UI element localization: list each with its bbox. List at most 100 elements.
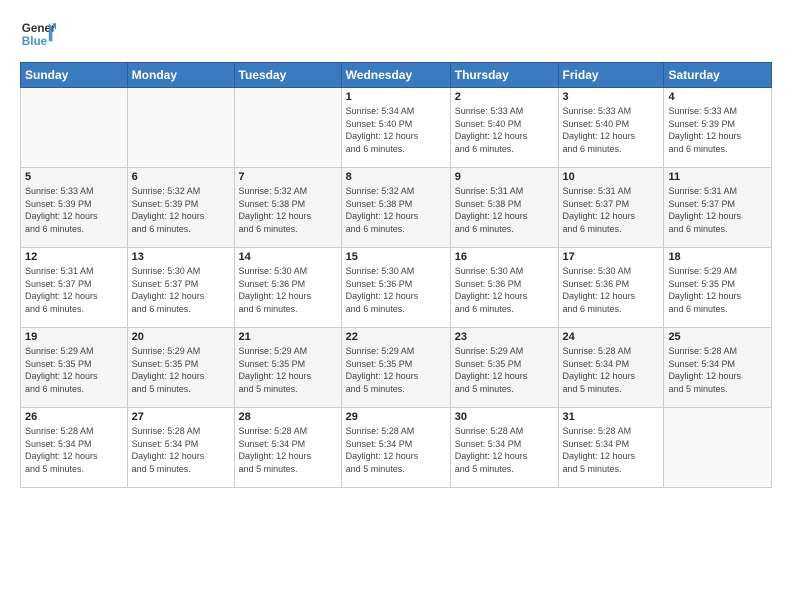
weekday-header-saturday: Saturday [664, 63, 772, 88]
calendar-table: SundayMondayTuesdayWednesdayThursdayFrid… [20, 62, 772, 488]
day-number: 14 [239, 251, 337, 263]
calendar-day-1: 1 Sunrise: 5:34 AM Sunset: 5:40 PM Daylig… [341, 88, 450, 168]
day-info: Sunrise: 5:28 AM Sunset: 5:34 PM Dayligh… [25, 425, 123, 475]
day-number: 17 [563, 251, 660, 263]
weekday-header-sunday: Sunday [21, 63, 128, 88]
day-number: 11 [668, 171, 767, 183]
calendar-day-7: 7 Sunrise: 5:32 AM Sunset: 5:38 PM Daylig… [234, 168, 341, 248]
day-info: Sunrise: 5:32 AM Sunset: 5:38 PM Dayligh… [239, 185, 337, 235]
calendar-empty-cell [664, 408, 772, 488]
day-info: Sunrise: 5:28 AM Sunset: 5:34 PM Dayligh… [455, 425, 554, 475]
logo-icon: General Blue [20, 16, 56, 52]
day-info: Sunrise: 5:30 AM Sunset: 5:36 PM Dayligh… [239, 265, 337, 315]
calendar-day-21: 21Sunrise: 5:29 AM Sunset: 5:35 PM Dayli… [234, 328, 341, 408]
day-number: 2 [455, 91, 554, 103]
day-number: 13 [132, 251, 230, 263]
calendar-day-27: 27Sunrise: 5:28 AM Sunset: 5:34 PM Dayli… [127, 408, 234, 488]
calendar-week-2: 5 Sunrise: 5:33 AM Sunset: 5:39 PM Daylig… [21, 168, 772, 248]
day-number: 16 [455, 251, 554, 263]
calendar-day-4: 4Sunrise: 5:33 AM Sunset: 5:39 PM Daylig… [664, 88, 772, 168]
calendar-day-3: 3Sunrise: 5:33 AM Sunset: 5:40 PM Daylig… [558, 88, 664, 168]
calendar-empty-cell [234, 88, 341, 168]
calendar-day-2: 2 Sunrise: 5:33 AM Sunset: 5:40 PM Daylig… [450, 88, 558, 168]
day-info: Sunrise: 5:28 AM Sunset: 5:34 PM Dayligh… [563, 345, 660, 395]
day-number: 12 [25, 251, 123, 263]
day-number: 18 [668, 251, 767, 263]
day-number: 6 [132, 171, 230, 183]
day-info: Sunrise: 5:31 AM Sunset: 5:37 PM Dayligh… [25, 265, 123, 315]
calendar-day-5: 5 Sunrise: 5:33 AM Sunset: 5:39 PM Daylig… [21, 168, 128, 248]
weekday-header-tuesday: Tuesday [234, 63, 341, 88]
weekday-header-friday: Friday [558, 63, 664, 88]
calendar-day-16: 16 Sunrise: 5:30 AM Sunset: 5:36 PM Dayli… [450, 248, 558, 328]
day-number: 9 [455, 171, 554, 183]
calendar-day-9: 9 Sunrise: 5:31 AM Sunset: 5:38 PM Daylig… [450, 168, 558, 248]
day-info: Sunrise: 5:29 AM Sunset: 5:35 PM Dayligh… [668, 265, 767, 315]
calendar-day-10: 10 Sunrise: 5:31 AM Sunset: 5:37 PM Dayli… [558, 168, 664, 248]
calendar-day-17: 17 Sunrise: 5:30 AM Sunset: 5:36 PM Dayli… [558, 248, 664, 328]
calendar-day-19: 19Sunrise: 5:29 AM Sunset: 5:35 PM Dayli… [21, 328, 128, 408]
day-info: Sunrise: 5:28 AM Sunset: 5:34 PM Dayligh… [346, 425, 446, 475]
calendar-day-6: 6 Sunrise: 5:32 AM Sunset: 5:39 PM Daylig… [127, 168, 234, 248]
day-number: 30 [455, 411, 554, 423]
header: General Blue [20, 16, 772, 52]
day-info: Sunrise: 5:28 AM Sunset: 5:34 PM Dayligh… [563, 425, 660, 475]
day-number: 28 [239, 411, 337, 423]
day-info: Sunrise: 5:28 AM Sunset: 5:34 PM Dayligh… [668, 345, 767, 395]
day-number: 23 [455, 331, 554, 343]
calendar-empty-cell [21, 88, 128, 168]
calendar-day-28: 28Sunrise: 5:28 AM Sunset: 5:34 PM Dayli… [234, 408, 341, 488]
day-number: 31 [563, 411, 660, 423]
calendar-week-4: 19 Sunrise: 5:29 AM Sunset: 5:35 PM Dayli… [21, 328, 772, 408]
day-info: Sunrise: 5:29 AM Sunset: 5:35 PM Dayligh… [455, 345, 554, 395]
calendar-day-20: 20 Sunrise: 5:29 AM Sunset: 5:35 PM Dayli… [127, 328, 234, 408]
page: General Blue SundayMondayTuesdayWednesda… [0, 0, 792, 612]
day-number: 19 [25, 331, 123, 343]
day-number: 27 [132, 411, 230, 423]
day-number: 8 [346, 171, 446, 183]
calendar-day-18: 18 Sunrise: 5:29 AM Sunset: 5:35 PM Dayli… [664, 248, 772, 328]
day-number: 26 [25, 411, 123, 423]
calendar-week-5: 26 Sunrise: 5:28 AM Sunset: 5:34 PM Dayli… [21, 408, 772, 488]
calendar-day-23: 23 Sunrise: 5:29 AM Sunset: 5:35 PM Dayli… [450, 328, 558, 408]
day-info: Sunrise: 5:32 AM Sunset: 5:39 PM Dayligh… [132, 185, 230, 235]
day-number: 3 [563, 91, 660, 103]
day-info: Sunrise: 5:33 AM Sunset: 5:39 PM Dayligh… [25, 185, 123, 235]
day-info: Sunrise: 5:30 AM Sunset: 5:36 PM Dayligh… [455, 265, 554, 315]
calendar-day-24: 24 Sunrise: 5:28 AM Sunset: 5:34 PM Dayli… [558, 328, 664, 408]
day-info: Sunrise: 5:30 AM Sunset: 5:37 PM Dayligh… [132, 265, 230, 315]
day-number: 22 [346, 331, 446, 343]
day-info: Sunrise: 5:30 AM Sunset: 5:36 PM Dayligh… [563, 265, 660, 315]
calendar-day-30: 30 Sunrise: 5:28 AM Sunset: 5:34 PM Dayli… [450, 408, 558, 488]
day-info: Sunrise: 5:32 AM Sunset: 5:38 PM Dayligh… [346, 185, 446, 235]
day-info: Sunrise: 5:29 AM Sunset: 5:35 PM Dayligh… [346, 345, 446, 395]
calendar-empty-cell [127, 88, 234, 168]
day-number: 24 [563, 331, 660, 343]
day-number: 1 [346, 91, 446, 103]
day-number: 20 [132, 331, 230, 343]
calendar-day-22: 22 Sunrise: 5:29 AM Sunset: 5:35 PM Dayli… [341, 328, 450, 408]
calendar-day-14: 14 Sunrise: 5:30 AM Sunset: 5:36 PM Dayli… [234, 248, 341, 328]
day-number: 5 [25, 171, 123, 183]
weekday-header-thursday: Thursday [450, 63, 558, 88]
day-info: Sunrise: 5:34 AM Sunset: 5:40 PM Dayligh… [346, 105, 446, 155]
day-number: 7 [239, 171, 337, 183]
day-number: 15 [346, 251, 446, 263]
calendar-week-1: 1 Sunrise: 5:34 AM Sunset: 5:40 PM Daylig… [21, 88, 772, 168]
calendar-day-13: 13 Sunrise: 5:30 AM Sunset: 5:37 PM Dayli… [127, 248, 234, 328]
calendar-day-11: 11Sunrise: 5:31 AM Sunset: 5:37 PM Dayli… [664, 168, 772, 248]
day-number: 10 [563, 171, 660, 183]
weekday-header-row: SundayMondayTuesdayWednesdayThursdayFrid… [21, 63, 772, 88]
calendar-day-26: 26 Sunrise: 5:28 AM Sunset: 5:34 PM Dayli… [21, 408, 128, 488]
day-number: 29 [346, 411, 446, 423]
day-info: Sunrise: 5:33 AM Sunset: 5:39 PM Dayligh… [668, 105, 767, 155]
day-info: Sunrise: 5:31 AM Sunset: 5:37 PM Dayligh… [563, 185, 660, 235]
day-info: Sunrise: 5:33 AM Sunset: 5:40 PM Dayligh… [455, 105, 554, 155]
day-number: 25 [668, 331, 767, 343]
day-info: Sunrise: 5:31 AM Sunset: 5:38 PM Dayligh… [455, 185, 554, 235]
svg-text:Blue: Blue [22, 35, 48, 48]
calendar-day-25: 25 Sunrise: 5:28 AM Sunset: 5:34 PM Dayli… [664, 328, 772, 408]
logo: General Blue [20, 16, 66, 52]
day-info: Sunrise: 5:29 AM Sunset: 5:35 PM Dayligh… [239, 345, 337, 395]
day-info: Sunrise: 5:29 AM Sunset: 5:35 PM Dayligh… [132, 345, 230, 395]
